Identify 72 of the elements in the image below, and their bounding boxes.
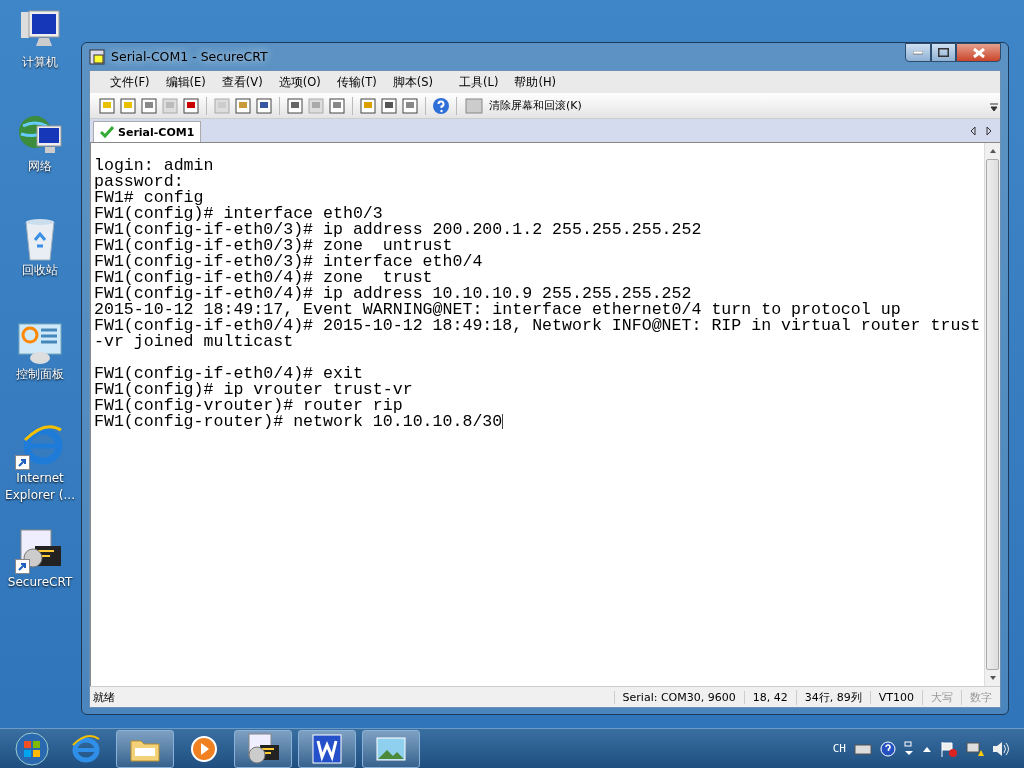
- terminal-line: password:: [94, 172, 184, 191]
- menu-item[interactable]: 选项(O): [272, 72, 327, 92]
- scroll-down-arrow-icon[interactable]: [988, 674, 997, 682]
- terminal-line: FW1# config: [94, 188, 204, 207]
- status-text: 34行, 89列: [795, 689, 870, 705]
- help-icon[interactable]: [432, 96, 450, 115]
- desktop-icon-label[interactable]: 计算机: [1, 54, 79, 71]
- toolbar-overflow-icon[interactable]: [990, 100, 998, 111]
- terminal-line: FW1(config-if-eth0/3)# ip address 200.200.1.2 255.255.255.252: [94, 220, 702, 239]
- terminal-line: FW1(config-if-eth0/3)# zone untrust: [94, 236, 453, 255]
- tab-right-arrow-icon[interactable]: [986, 125, 992, 136]
- status-text: Serial: COM30, 9600: [613, 690, 744, 704]
- minimize-icon: [913, 50, 923, 55]
- document-w-icon: [312, 733, 342, 764]
- status-text: VT100: [869, 690, 922, 704]
- checkmark-icon: [100, 126, 114, 138]
- keyboard-icon[interactable]: [854, 741, 872, 756]
- minimize-button[interactable]: [905, 43, 931, 62]
- terminal-line: FW1(config-if-eth0/4)# exit: [94, 364, 363, 383]
- status-text: 大写: [922, 689, 961, 705]
- language-indicator[interactable]: CH: [832, 742, 846, 755]
- clear-screen-button[interactable]: 清除屏幕和回滚(K): [463, 96, 584, 115]
- maximize-button[interactable]: [931, 43, 956, 62]
- menu-item[interactable]: 编辑(E): [159, 72, 212, 92]
- terminal-line: FW1(config-router)# network 10.10.10.8/30: [94, 412, 503, 431]
- terminal-line: FW1(config)# ip vrouter trust-vr: [94, 380, 413, 399]
- taskbar-button[interactable]: [298, 729, 356, 768]
- desktop-icon-label[interactable]: SecureCRT: [1, 574, 79, 591]
- network-warning-icon[interactable]: [966, 740, 984, 757]
- close-icon: [972, 47, 985, 58]
- securecrt-icon: [246, 732, 280, 765]
- desktop-icon-label[interactable]: 网络: [1, 158, 79, 175]
- control-panel-icon: [17, 320, 63, 366]
- menu-item[interactable]: 文件(F): [104, 72, 156, 92]
- menu-item[interactable]: 传输(T): [330, 72, 383, 92]
- desktop-icon-label[interactable]: 控制面板: [1, 366, 79, 383]
- clear-screen-icon: [465, 96, 483, 115]
- terminal-line: FW1(config-if-eth0/4)# zone trust: [94, 268, 433, 287]
- status-text: 18, 42: [743, 690, 796, 704]
- terminal-line: FW1(config-vrouter)# router rip: [94, 396, 403, 415]
- desktop-icon-label[interactable]: Internet Explorer (...: [1, 470, 79, 504]
- window-title: Serial-COM1 - SecureCRT: [111, 49, 268, 64]
- menu-item[interactable]: 脚本(S): [386, 72, 439, 92]
- menu-item[interactable]: 工具(L): [453, 72, 505, 92]
- menu-item[interactable]: 查看(V): [215, 72, 269, 92]
- scroll-up-arrow-icon[interactable]: [988, 147, 997, 155]
- menu-item[interactable]: 帮助(H): [508, 72, 562, 92]
- terminal-line: 2015-10-12 18:49:17, Event WARNING@NET: interface ethernet0/4 turn to protocol up: [94, 300, 901, 319]
- photo-viewer-icon: [375, 734, 407, 763]
- terminal-line: FW1(config-if-eth0/4)# 2015-10-12 18:49:18, Network INFO@NET: RIP in virtual router trust: [94, 316, 981, 335]
- status-text: 数字: [961, 689, 1000, 705]
- media-player-icon: [190, 734, 218, 763]
- terminal-line: login: admin: [94, 156, 214, 175]
- vertical-scrollbar[interactable]: [984, 143, 1000, 686]
- status-text: 就绪: [92, 689, 116, 705]
- taskbar-button[interactable]: [234, 729, 292, 768]
- terminal-line: FW1(config-if-eth0/4)# ip address 10.10.10.9 255.255.255.252: [94, 284, 692, 303]
- terminal-line: FW1(config-if-eth0/3)# interface eth0/4: [94, 252, 483, 271]
- taskbar-button[interactable]: [116, 729, 174, 768]
- language-bar-options-icon[interactable]: [904, 740, 914, 757]
- session-tab[interactable]: Serial-COM1: [93, 121, 202, 142]
- speaker-icon[interactable]: [992, 740, 1010, 757]
- tab-left-arrow-icon[interactable]: [970, 125, 976, 136]
- help-icon[interactable]: [880, 740, 896, 757]
- maximize-icon: [938, 48, 949, 57]
- app-window-icon: [89, 48, 105, 65]
- terminal-line: -vr joined multicast: [94, 332, 294, 351]
- desktop-icon-label[interactable]: 回收站: [1, 262, 79, 279]
- close-button[interactable]: [956, 43, 1001, 62]
- internet-explorer-icon: [70, 732, 102, 765]
- terminal-line: FW1(config)# interface eth0/3: [94, 204, 383, 223]
- flag-warning-icon[interactable]: [940, 740, 958, 757]
